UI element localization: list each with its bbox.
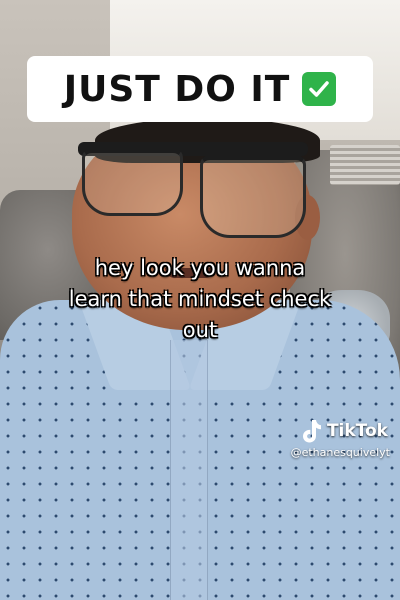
tiktok-watermark: TikTok (299, 418, 388, 444)
check-mark-button-icon (302, 72, 337, 106)
caption-line: learn that mindset check (68, 287, 332, 311)
caption-line: out (182, 318, 218, 342)
caption-line: hey look you wanna (94, 256, 306, 280)
video-frame: JUST DO IT hey look you wanna learn that… (0, 0, 400, 600)
tiktok-brand-label: TikTok (326, 421, 388, 441)
title-banner: JUST DO IT (27, 56, 373, 122)
glasses-lens-right (200, 155, 306, 238)
shirt-placket (170, 340, 208, 600)
glasses-lens-left (82, 148, 183, 216)
air-vent (330, 145, 400, 185)
title-text: JUST DO IT (63, 68, 291, 110)
caption: hey look you wanna learn that mindset ch… (20, 253, 380, 346)
creator-handle: @ethanesquivelyt (290, 446, 390, 459)
tiktok-note-icon (299, 418, 323, 444)
